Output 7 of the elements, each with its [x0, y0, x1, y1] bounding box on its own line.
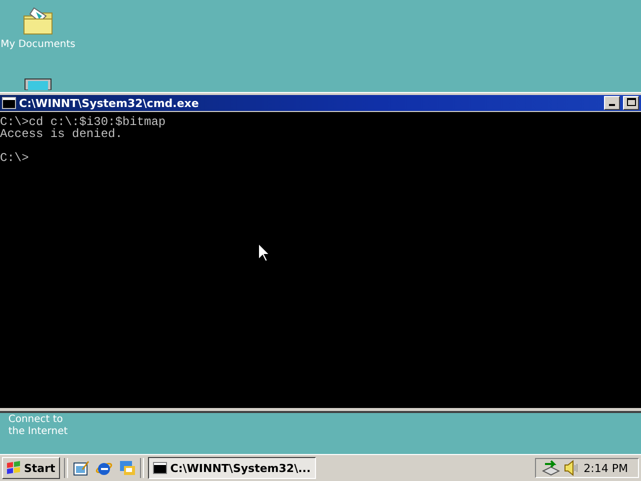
console-line: Access is denied.: [0, 128, 122, 140]
console-area[interactable]: C:\>cd c:\:$i30:$bitmap Access is denied. C:\>: [0, 112, 641, 408]
taskbar-button[interactable]: C:\WINNT\System32\...: [148, 457, 316, 479]
console-line: C:\>cd c:\:$i30:$bitmap: [0, 116, 166, 128]
start-button[interactable]: Start: [2, 457, 60, 479]
console-line: C:\>: [0, 152, 29, 164]
window-title: C:\WINNT\System32\cmd.exe: [19, 96, 200, 110]
